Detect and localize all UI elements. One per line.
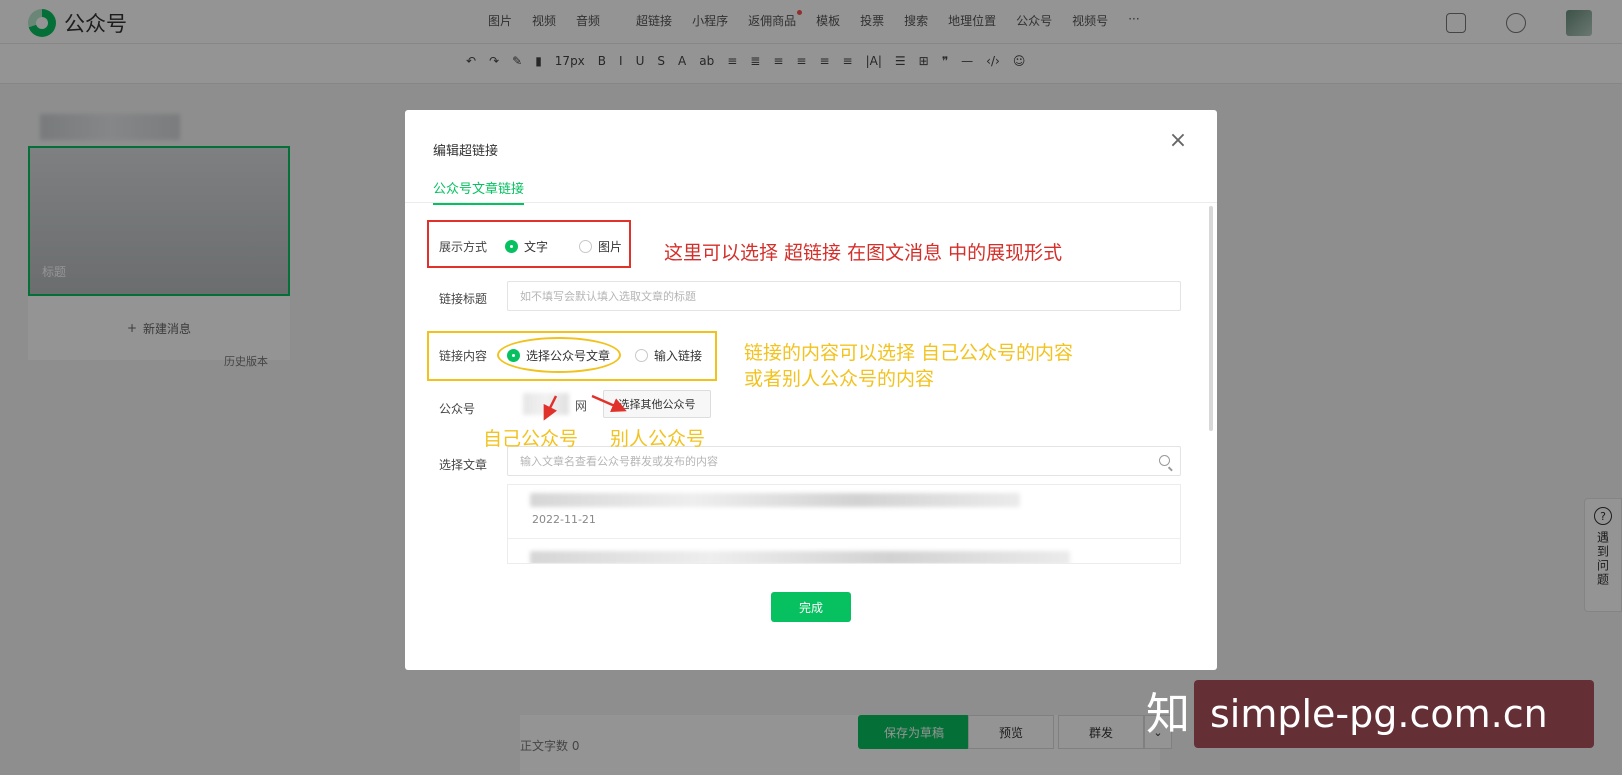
zhihu-logo: 知 xyxy=(1146,689,1190,740)
annotation-arrows xyxy=(543,394,627,421)
arrow-own-account xyxy=(543,395,558,421)
site-watermark: simple-pg.com.cn xyxy=(1194,680,1594,748)
arrow-other-account xyxy=(591,394,627,413)
